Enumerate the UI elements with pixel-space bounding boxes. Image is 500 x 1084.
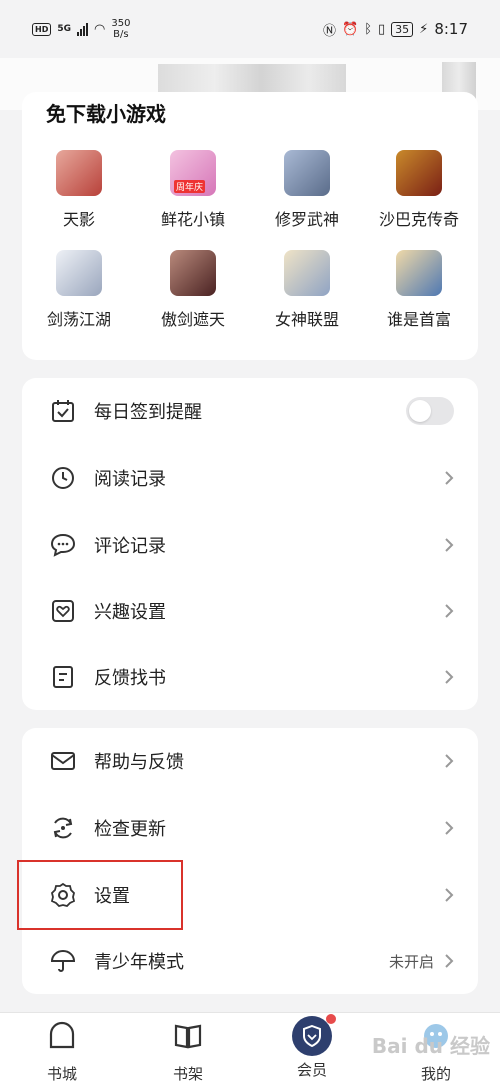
vip-shield-icon [292, 1014, 336, 1056]
game-xiuluo[interactable]: 修罗武神 [252, 150, 362, 230]
speed-value: 350 [111, 18, 131, 29]
bluetooth-icon: ᛒ [364, 21, 373, 37]
clock-time: 8:17 [434, 20, 468, 38]
game-name: 傲剑遮天 [160, 310, 225, 329]
game-icon [170, 250, 216, 296]
network-type: 5G [57, 24, 71, 34]
mail-icon [51, 752, 75, 770]
game-name: 鲜花小镇 [160, 210, 225, 229]
menu-item-check-update[interactable]: 检查更新 [22, 795, 478, 861]
menu-item-reading-history[interactable]: 阅读记录 [22, 445, 478, 511]
chevron-right-icon [445, 670, 454, 684]
watermark: Bai du 经验 [371, 1034, 490, 1058]
menu-item-help-feedback[interactable]: 帮助与反馈 [22, 728, 478, 794]
game-shuishi[interactable]: 谁是首富 [364, 250, 474, 330]
game-name: 沙巴克传奇 [378, 210, 459, 229]
umbrella-icon [50, 950, 76, 972]
menu-label: 每日签到提醒 [94, 402, 202, 423]
game-icon [396, 250, 442, 296]
speed-unit: B/s [113, 29, 129, 40]
document-icon [53, 666, 73, 688]
menu-label: 帮助与反馈 [94, 752, 184, 773]
game-icon [396, 150, 442, 196]
menu-label: 青少年模式 [94, 952, 184, 973]
clock-icon [52, 467, 74, 489]
settings-highlight-box [17, 860, 183, 930]
game-name: 天影 [62, 210, 95, 229]
game-nvshen[interactable]: 女神联盟 [252, 250, 362, 330]
game-name: 剑荡江湖 [46, 310, 111, 329]
tab-bookshelf[interactable]: 书架 [148, 1021, 228, 1084]
book-icon [174, 1024, 202, 1049]
menu-label: 检查更新 [94, 819, 166, 840]
chevron-right-icon [445, 821, 454, 835]
chevron-right-icon [445, 538, 454, 552]
game-shabake[interactable]: 沙巴克传奇 [364, 150, 474, 230]
calendar-check-icon [52, 400, 74, 422]
menu-card-primary: 每日签到提醒 阅读记录 评论记录 兴趣设置 反馈找书 [22, 378, 478, 710]
notification-dot [326, 1014, 336, 1024]
house-icon [49, 1021, 75, 1049]
checkin-toggle[interactable] [406, 397, 454, 425]
teen-mode-status: 未开启 [388, 952, 434, 971]
game-icon [284, 150, 330, 196]
game-name: 修罗武神 [274, 210, 339, 229]
chevron-right-icon [445, 604, 454, 618]
tab-label: 书架 [172, 1065, 203, 1083]
menu-label: 兴趣设置 [94, 602, 166, 623]
menu-label: 阅读记录 [94, 469, 166, 490]
tab-label: 我的 [420, 1065, 451, 1083]
chevron-right-icon [445, 888, 454, 902]
wifi-icon: ◠ [94, 21, 106, 37]
tab-membership[interactable]: 会员 [272, 1014, 352, 1080]
game-jiandang[interactable]: 剑荡江湖 [24, 250, 134, 330]
game-icon: 周年庆 [170, 150, 216, 196]
game-tianying[interactable]: 天影 [24, 150, 134, 230]
game-icon [56, 250, 102, 296]
mini-games-card: 免下载小游戏 天影 周年庆 鲜花小镇 修罗武神 沙巴克传奇 剑荡江湖 傲剑遮天 … [22, 92, 478, 360]
game-name: 谁是首富 [386, 310, 451, 329]
game-icon [56, 150, 102, 196]
game-name: 女神联盟 [274, 310, 339, 329]
refresh-icon [53, 817, 73, 839]
game-icon [284, 250, 330, 296]
menu-label: 反馈找书 [94, 668, 166, 689]
chevron-right-icon [445, 754, 454, 768]
network-speed: 350 B/s [111, 18, 130, 40]
chevron-right-icon [445, 471, 454, 485]
charging-icon: ⚡ [419, 21, 429, 37]
tab-label: 书城 [46, 1065, 77, 1083]
battery-icon: 35 [391, 21, 414, 37]
menu-item-checkin-reminder[interactable]: 每日签到提醒 [22, 378, 478, 444]
game-xianhua[interactable]: 周年庆 鲜花小镇 [138, 150, 248, 230]
tab-bookstore[interactable]: 书城 [22, 1021, 102, 1084]
nfc-icon: Ⓝ [323, 23, 337, 39]
menu-item-comment-history[interactable]: 评论记录 [22, 512, 478, 578]
signal-icon [77, 22, 88, 36]
chevron-right-icon [445, 954, 454, 968]
comment-icon [50, 533, 76, 557]
tab-label: 会员 [296, 1061, 327, 1079]
heart-icon [52, 600, 74, 622]
alarm-icon: ⏰ [342, 21, 359, 37]
menu-item-feedback-find-book[interactable]: 反馈找书 [22, 644, 478, 710]
vibrate-icon: ▯ [378, 21, 386, 37]
anniversary-badge: 周年庆 [174, 180, 206, 193]
game-aojian[interactable]: 傲剑遮天 [138, 250, 248, 330]
menu-item-interest-settings[interactable]: 兴趣设置 [22, 578, 478, 644]
menu-item-teen-mode[interactable]: 青少年模式 未开启 [22, 928, 478, 994]
hd-badge: HD [32, 22, 52, 36]
status-bar: HD 5G ◠ 350 B/s Ⓝ ⏰ ᛒ ▯ 35 ⚡ 8:17 [0, 0, 500, 58]
menu-label: 评论记录 [94, 536, 166, 557]
games-title: 免下载小游戏 [46, 102, 166, 126]
